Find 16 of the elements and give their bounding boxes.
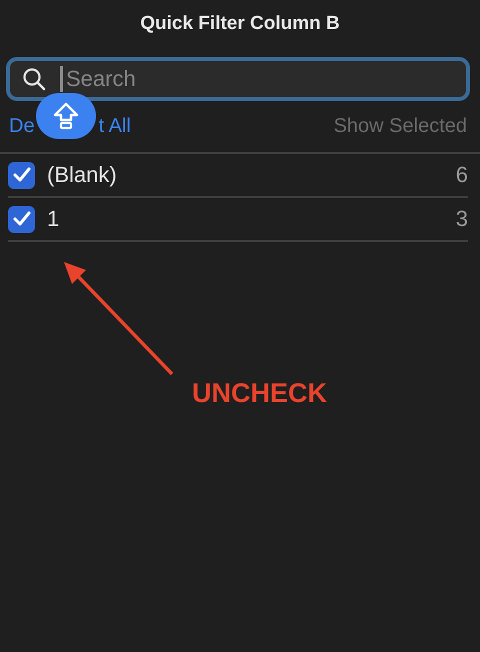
text-cursor [60,66,63,92]
annotation-label: UNCHECK [192,378,327,409]
deselect-all-link[interactable]: De [9,114,35,138]
checkbox[interactable] [8,206,35,232]
checkmark-icon [12,211,30,227]
window-title: Quick Filter Column B [139,12,341,36]
item-count: 3 [456,206,468,232]
item-label: 1 [47,206,60,232]
shift-key-badge [36,93,96,139]
deselect-all-link[interactable]: t All [98,114,131,138]
item-label: (Blank) [47,162,118,188]
checkmark-icon [12,167,30,183]
search-field[interactable]: Search [6,57,470,101]
item-count: 6 [456,162,468,188]
checkbox[interactable] [8,162,35,188]
search-icon [22,67,46,91]
